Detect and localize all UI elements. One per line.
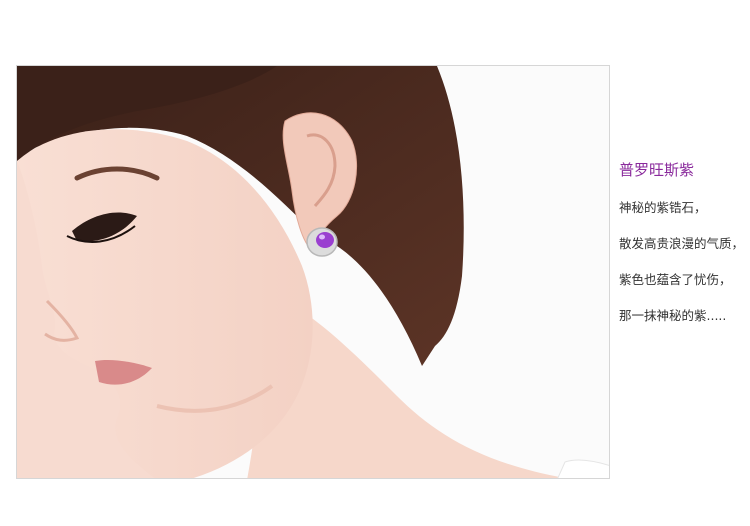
description-line: 紫色也蕴含了忧伤， bbox=[619, 272, 732, 287]
description-line: 那一抹神秘的紫..... bbox=[619, 308, 727, 323]
stud-earring bbox=[306, 227, 338, 257]
product-photo bbox=[16, 65, 610, 479]
model-illustration bbox=[17, 66, 609, 478]
description-panel: 普罗旺斯紫 神秘的紫锆石， 散发高贵浪漫的气质， 紫色也蕴含了忧伤， 那一抹神秘… bbox=[619, 160, 750, 344]
color-name-title: 普罗旺斯紫 bbox=[619, 161, 695, 179]
description-line: 散发高贵浪漫的气质， bbox=[619, 236, 745, 251]
description-line: 神秘的紫锆石， bbox=[619, 200, 707, 215]
